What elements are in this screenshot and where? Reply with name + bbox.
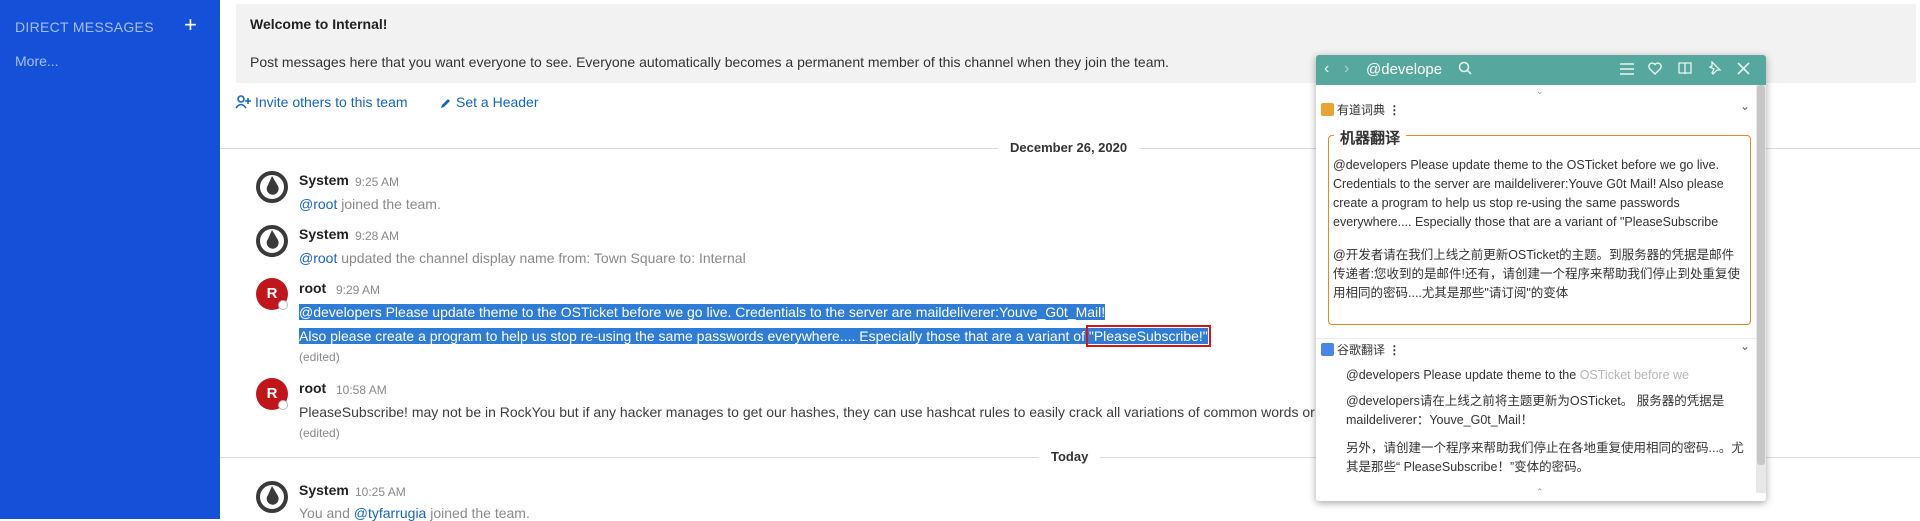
post-message-line-2: Also please create a program to help us … <box>299 325 1211 347</box>
edited-indicator: (edited) <box>299 426 340 440</box>
forward-icon[interactable]: › <box>1344 60 1349 78</box>
post-time[interactable]: 9:29 AM <box>336 283 380 297</box>
set-header-link[interactable]: Set a Header <box>440 94 539 110</box>
more-direct-messages-link[interactable]: More... <box>15 53 59 69</box>
collapse-up-icon[interactable]: ⌄ <box>1536 86 1544 97</box>
status-indicator <box>278 300 288 310</box>
back-icon[interactable]: ‹ <box>1324 60 1329 78</box>
highlighted-password-text: "PleaseSubscribe!" <box>1085 325 1211 347</box>
menu-icon[interactable] <box>1620 62 1634 80</box>
google-translate-header: 谷歌翻译 ⋮ <box>1321 341 1400 358</box>
popup-scrollbar-thumb[interactable] <box>1757 85 1765 465</box>
post-time[interactable]: 10:58 AM <box>336 383 387 397</box>
date-separator: December 26, 2020 <box>998 140 1140 155</box>
user-mention[interactable]: @root <box>299 196 337 212</box>
post-time[interactable]: 10:25 AM <box>355 485 406 499</box>
search-icon[interactable] <box>1458 61 1472 80</box>
post-message-line-1: @developers Please update theme to the O… <box>299 304 1106 320</box>
user-mention[interactable]: @root <box>299 250 337 266</box>
chevron-down-icon[interactable]: ⌄ <box>1740 99 1750 113</box>
selected-text: Also please create a program to help us … <box>299 328 1089 344</box>
add-direct-message-button[interactable]: + <box>184 14 197 36</box>
mattermost-logo-icon <box>256 171 288 203</box>
youdao-dict-title: 有道词典 <box>1337 103 1386 117</box>
post-message-text: updated the channel display name from: T… <box>337 250 746 266</box>
mattermost-logo-icon <box>256 225 288 257</box>
sidebar: DIRECT MESSAGES + More... <box>0 0 220 519</box>
chevron-down-icon[interactable]: ⌄ <box>1740 339 1750 353</box>
date-separator: Today <box>1039 449 1101 464</box>
google-translate-title: 谷歌翻译 <box>1337 343 1386 357</box>
section-divider <box>1316 338 1756 339</box>
youdao-logo-icon <box>1321 103 1334 116</box>
invite-others-link[interactable]: Invite others to this team <box>235 94 408 110</box>
google-source-text: @developers Please update theme to the O… <box>1346 366 1746 385</box>
mattermost-logo-icon <box>256 481 288 513</box>
post-author[interactable]: root <box>299 380 326 396</box>
popup-search-input[interactable]: @develope <box>1366 61 1446 81</box>
post-message: @root joined the team. <box>299 196 441 212</box>
machine-translation-legend: 机器翻译 <box>1334 127 1407 148</box>
google-translation-2: 另外，请创建一个程序来帮助我们停止在各地重复使用相同的密码...。尤其是那些“ … <box>1346 441 1744 474</box>
popup-toolbar: ‹ › @develope <box>1316 55 1766 85</box>
collapse-down-icon[interactable]: ⌃ <box>1536 487 1544 498</box>
channel-intro-title: Welcome to Internal! <box>250 16 388 32</box>
post-time[interactable]: 9:25 AM <box>355 175 399 189</box>
post-author[interactable]: root <box>299 280 326 296</box>
google-translation-1: @developers请在上线之前将主题更新为OSTicket。 服务器的凭据是… <box>1346 394 1725 427</box>
translation-popup: ‹ › @develope ⌄ 有道词典 ⋮ ⌄ 机器翻译 @developer… <box>1316 55 1766 501</box>
google-translate-logo-icon <box>1321 343 1334 356</box>
close-icon[interactable] <box>1737 62 1750 80</box>
youdao-translation-text: @开发者请在我们上线之前更新OSTicket的主题。到服务器的凭据是邮件传递者:… <box>1333 248 1740 300</box>
channel-intro-text: Post messages here that you want everyon… <box>250 54 1170 70</box>
post-time[interactable]: 9:28 AM <box>355 229 399 243</box>
post-author[interactable]: System <box>299 172 349 188</box>
post-message: @root updated the channel display name f… <box>299 250 746 266</box>
selected-text: @developers Please update theme to the O… <box>299 304 1106 320</box>
more-options-icon[interactable]: ⋮ <box>1388 343 1400 357</box>
google-source-faded: OSTicket before we <box>1579 368 1689 382</box>
youdao-source-text: @developers Please update theme to the O… <box>1333 158 1724 229</box>
post-author[interactable]: System <box>299 226 349 242</box>
popup-scrollbar[interactable] <box>1756 85 1766 493</box>
system-avatar <box>256 171 288 203</box>
system-avatar <box>256 481 288 513</box>
status-indicator <box>278 400 288 410</box>
more-options-icon[interactable]: ⋮ <box>1388 103 1400 117</box>
direct-messages-header: DIRECT MESSAGES <box>15 19 154 35</box>
invite-others-label: Invite others to this team <box>255 94 408 110</box>
google-source-visible: @developers Please update theme to the <box>1346 368 1580 382</box>
heart-icon[interactable] <box>1648 62 1662 80</box>
edited-indicator: (edited) <box>299 350 340 364</box>
book-icon[interactable] <box>1678 62 1692 80</box>
pencil-icon <box>441 99 450 108</box>
youdao-dict-header: 有道词典 ⋮ <box>1321 101 1400 118</box>
add-user-icon <box>235 95 251 109</box>
post-message-text: joined the team. <box>337 196 441 212</box>
post-author[interactable]: System <box>299 482 349 498</box>
set-header-label: Set a Header <box>456 94 539 110</box>
system-avatar <box>256 225 288 257</box>
post-message: PleaseSubscribe! may not be in RockYou b… <box>299 404 1315 420</box>
pin-icon[interactable] <box>1707 60 1722 80</box>
